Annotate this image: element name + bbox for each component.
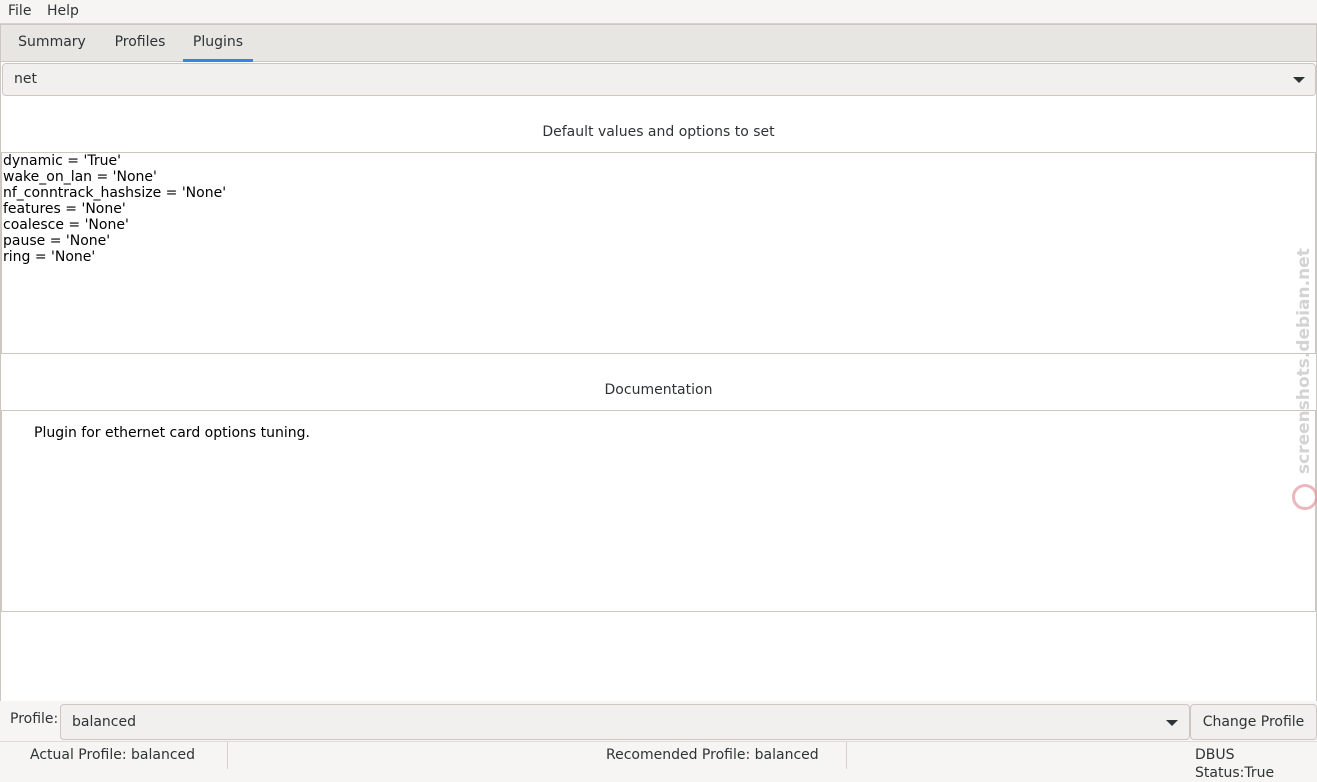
actual-profile-status: Actual Profile: balanced xyxy=(30,747,196,763)
watermark: screenshots.debian.net xyxy=(1292,248,1317,510)
chevron-down-icon xyxy=(1293,77,1305,83)
documentation-text: Plugin for ethernet card options tuning. xyxy=(34,425,311,441)
menu-file[interactable]: File xyxy=(8,2,31,20)
profile-select[interactable]: balanced xyxy=(60,704,1190,740)
recommended-profile-status: Recomended Profile: balanced xyxy=(606,747,819,763)
menu-bar: File Help xyxy=(0,0,1317,24)
main-notebook: Summary Profiles Plugins net Default val… xyxy=(0,24,1317,702)
tab-bar: Summary Profiles Plugins xyxy=(1,25,1316,62)
defaults-line: ring = 'None' xyxy=(3,249,96,265)
defaults-line: dynamic = 'True' xyxy=(3,153,121,169)
defaults-line: features = 'None' xyxy=(3,201,126,217)
defaults-text-view[interactable]: dynamic = 'True' wake_on_lan = 'None' nf… xyxy=(1,152,1316,354)
chevron-down-icon xyxy=(1166,720,1178,726)
status-separator xyxy=(846,742,847,769)
plugin-select-value: net xyxy=(14,71,37,87)
profile-row: Profile: balanced Change Profile xyxy=(0,701,1317,741)
defaults-section-title: Default values and options to set xyxy=(542,124,775,140)
tab-summary[interactable]: Summary xyxy=(10,25,94,61)
dbus-status: DBUS Status:True xyxy=(1195,747,1275,781)
defaults-line: pause = 'None' xyxy=(3,233,111,249)
menu-help[interactable]: Help xyxy=(47,2,79,20)
defaults-line: coalesce = 'None' xyxy=(3,217,129,233)
profile-select-value: balanced xyxy=(72,714,137,730)
status-separator xyxy=(227,742,228,769)
tab-plugins[interactable]: Plugins xyxy=(183,25,253,62)
profile-label: Profile: xyxy=(10,711,59,727)
plugin-select[interactable]: net xyxy=(2,63,1316,96)
change-profile-button[interactable]: Change Profile xyxy=(1190,704,1317,740)
documentation-section-title: Documentation xyxy=(604,382,713,398)
documentation-text-view[interactable]: Plugin for ethernet card options tuning. xyxy=(1,410,1316,612)
tab-profiles[interactable]: Profiles xyxy=(104,25,176,61)
debian-swirl-icon xyxy=(1292,484,1317,510)
defaults-line: wake_on_lan = 'None' xyxy=(3,169,157,185)
watermark-text: screenshots.debian.net xyxy=(1294,248,1314,474)
defaults-line: nf_conntrack_hashsize = 'None' xyxy=(3,185,227,201)
status-bar: Actual Profile: balanced Recomended Prof… xyxy=(0,741,1317,781)
